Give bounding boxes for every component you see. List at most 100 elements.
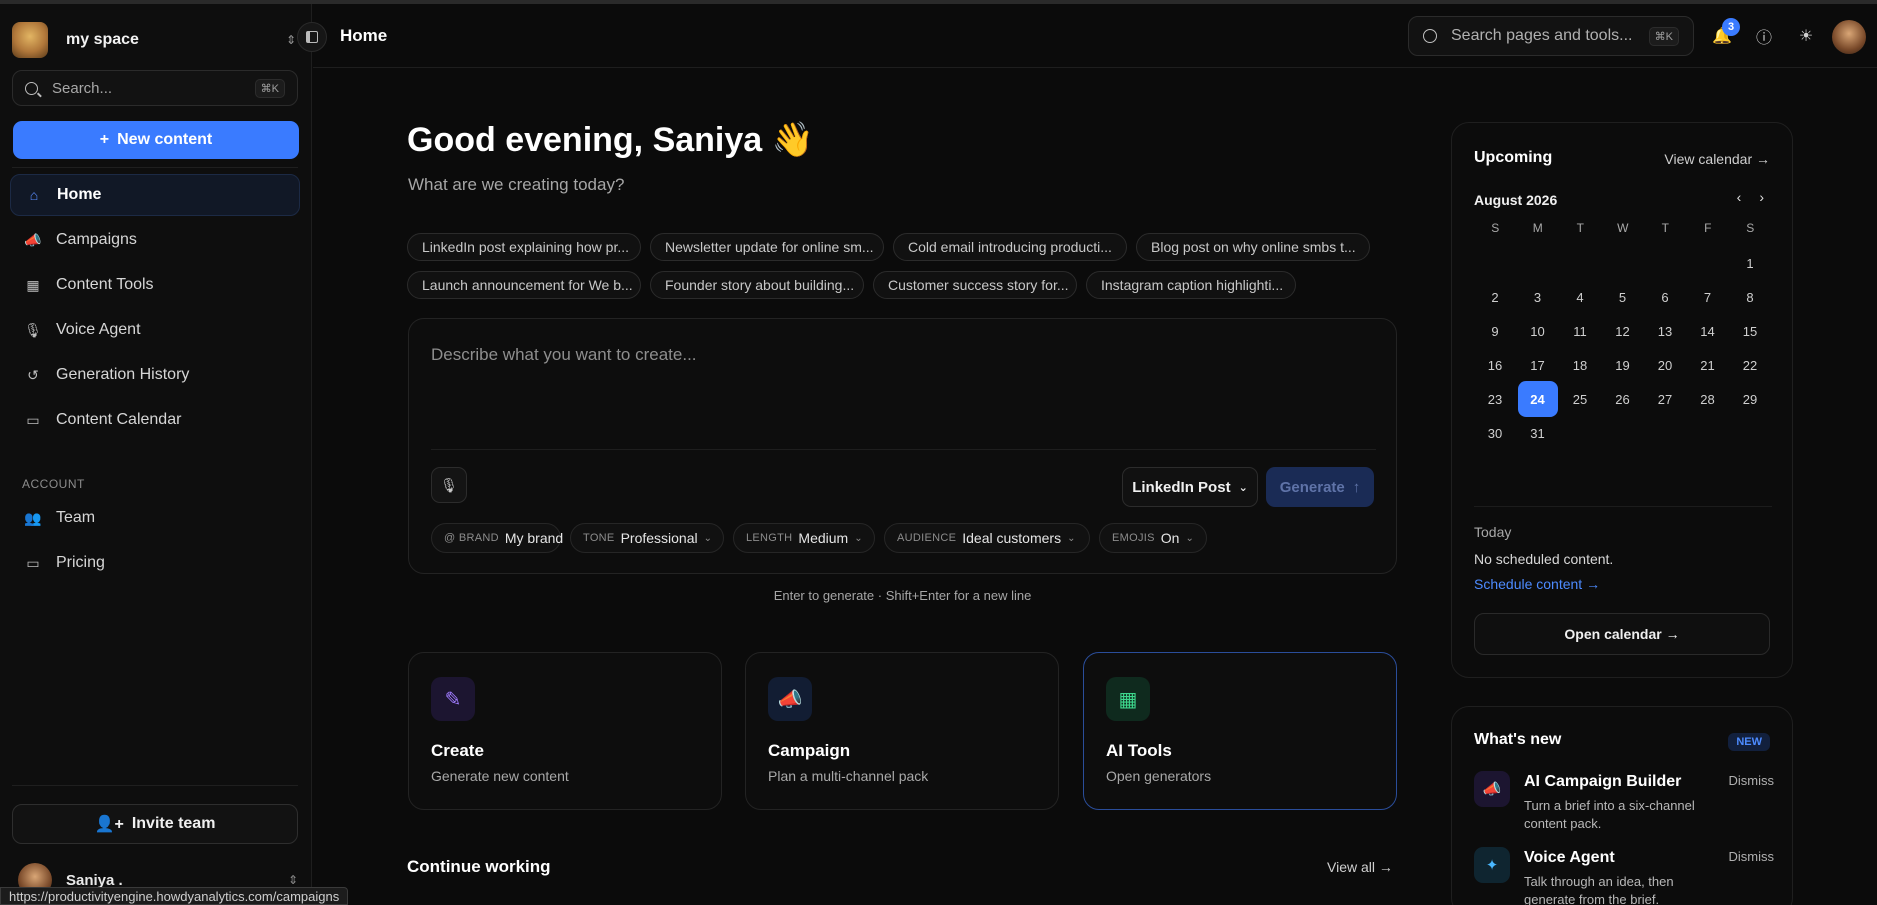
audience-option[interactable]: AUDIENCE Ideal customers ⌄ xyxy=(884,523,1090,553)
chevron-left-icon[interactable]: ‹ xyxy=(1737,189,1742,205)
theme-toggle-icon[interactable]: ☀ xyxy=(1796,26,1816,46)
length-option[interactable]: LENGTH Medium ⌄ xyxy=(733,523,875,553)
suggestion-chip[interactable]: Instagram caption highlighti... xyxy=(1086,271,1296,299)
sidebar-item-content-calendar[interactable]: ▭ Content Calendar xyxy=(10,399,300,441)
dismiss-button[interactable]: Dismiss xyxy=(1729,849,1775,864)
calendar-day[interactable]: 19 xyxy=(1603,347,1643,383)
sidebar-item-content-tools[interactable]: ▦ Content Tools xyxy=(10,264,300,306)
calendar-day[interactable]: 29 xyxy=(1730,381,1770,417)
calendar-day[interactable]: 15 xyxy=(1730,313,1770,349)
weekday-label: W xyxy=(1617,221,1629,235)
calendar-day[interactable]: 23 xyxy=(1475,381,1515,417)
brand-option[interactable]: @ BRAND My brand ⌄ xyxy=(431,523,578,553)
sidebar-toggle-icon xyxy=(306,31,318,43)
calendar-day[interactable]: 20 xyxy=(1645,347,1685,383)
card-icon: ▭ xyxy=(26,554,40,571)
divider xyxy=(1474,506,1772,507)
new-content-button[interactable]: + New content xyxy=(13,121,299,159)
calendar-day[interactable]: 6 xyxy=(1645,279,1685,315)
calendar-day[interactable]: 5 xyxy=(1603,279,1643,315)
schedule-content-link[interactable]: Schedule content → xyxy=(1474,576,1600,592)
calendar-day[interactable]: 14 xyxy=(1688,313,1728,349)
calendar-day[interactable]: 16 xyxy=(1475,347,1515,383)
calendar-day[interactable]: 1 xyxy=(1730,245,1770,281)
prompt-input[interactable]: Describe what you want to create... xyxy=(431,345,697,365)
suggestion-chip[interactable]: Blog post on why online smbs t... xyxy=(1136,233,1370,261)
emojis-option[interactable]: EMOJIS On ⌄ xyxy=(1099,523,1207,553)
global-search-input[interactable]: Search pages and tools... ⌘K xyxy=(1408,16,1694,56)
calendar-day[interactable]: 25 xyxy=(1560,381,1600,417)
tone-option[interactable]: TONE Professional ⌄ xyxy=(570,523,724,553)
view-calendar-link[interactable]: View calendar → xyxy=(1664,151,1770,167)
sidebar-item-label: Home xyxy=(57,186,102,203)
calendar-day[interactable]: 18 xyxy=(1560,347,1600,383)
option-value: My brand xyxy=(504,530,564,546)
calendar-grid: S M T W T F S 1 2 3 4 5 6 7 8 9 10 11 12 13 14 15 16 17 1… xyxy=(1474,221,1772,441)
history-icon: ↺ xyxy=(27,366,39,383)
voice-input-button[interactable]: 🎙 xyxy=(431,467,467,503)
suggestion-chip[interactable]: Founder story about building... xyxy=(650,271,864,299)
calendar-day[interactable]: 17 xyxy=(1518,347,1558,383)
sidebar-item-generation-history[interactable]: ↺ Generation History xyxy=(10,354,300,396)
suggestion-chip[interactable]: Cold email introducing producti... xyxy=(893,233,1127,261)
calendar-day[interactable]: 27 xyxy=(1645,381,1685,417)
greeting: Good evening, Saniya 👋 xyxy=(407,121,814,159)
sidebar-search-input[interactable]: Search... ⌘K xyxy=(12,70,298,106)
suggestion-chip[interactable]: Customer success story for... xyxy=(873,271,1077,299)
ai-tools-card[interactable]: ▦ AI Tools Open generators xyxy=(1083,652,1397,810)
sidebar-item-voice-agent[interactable]: 🎙 Voice Agent xyxy=(10,309,300,351)
whats-new-panel: What's new NEW 📣 AI Campaign Builder Tur… xyxy=(1451,706,1793,905)
sidebar-item-pricing[interactable]: ▭ Pricing xyxy=(10,542,300,584)
upcoming-panel: Upcoming View calendar → August 2026 ‹ ›… xyxy=(1451,122,1793,678)
suggestion-chip[interactable]: Launch announcement for We b... xyxy=(407,271,641,299)
calendar-day[interactable]: 4 xyxy=(1560,279,1600,315)
view-all-link[interactable]: View all → xyxy=(1327,859,1393,875)
calendar-day[interactable]: 10 xyxy=(1518,313,1558,349)
calendar-day[interactable]: 30 xyxy=(1475,415,1515,451)
sidebar-search-placeholder: Search... xyxy=(52,79,113,97)
prompt-composer: Describe what you want to create... 🎙 Li… xyxy=(408,318,1397,574)
chevron-updown-icon: ⇕ xyxy=(287,873,298,887)
chevron-down-icon: ⌄ xyxy=(1067,532,1076,544)
post-type-select[interactable]: LinkedIn Post ⌄ xyxy=(1122,467,1258,507)
invite-team-button[interactable]: 👤+ Invite team xyxy=(12,804,298,844)
post-type-value: LinkedIn Post xyxy=(1132,478,1231,496)
option-key: TONE xyxy=(583,532,615,544)
calendar-day[interactable]: 12 xyxy=(1603,313,1643,349)
calendar-icon: ▭ xyxy=(26,411,40,428)
sidebar-item-campaigns[interactable]: 📣 Campaigns xyxy=(10,219,300,261)
account-heading: ACCOUNT xyxy=(22,477,85,491)
chevron-down-icon: ⌄ xyxy=(703,532,712,544)
calendar-day[interactable]: 2 xyxy=(1475,279,1515,315)
calendar-day[interactable]: 21 xyxy=(1688,347,1728,383)
calendar-day[interactable]: 22 xyxy=(1730,347,1770,383)
help-icon[interactable]: ⓘ xyxy=(1754,26,1774,47)
calendar-day[interactable]: 8 xyxy=(1730,279,1770,315)
item-title: Voice Agent xyxy=(1524,849,1615,866)
calendar-day[interactable]: 26 xyxy=(1603,381,1643,417)
generate-button[interactable]: Generate ↑ xyxy=(1266,467,1374,507)
calendar-day[interactable]: 28 xyxy=(1688,381,1728,417)
calendar-day[interactable]: 13 xyxy=(1645,313,1685,349)
campaign-card[interactable]: 📣 Campaign Plan a multi-channel pack xyxy=(745,652,1059,810)
suggestion-chip[interactable]: LinkedIn post explaining how pr... xyxy=(407,233,641,261)
suggestion-chip[interactable]: Newsletter update for online sm... xyxy=(650,233,884,261)
calendar-day[interactable]: 3 xyxy=(1518,279,1558,315)
create-card[interactable]: ✎ Create Generate new content xyxy=(408,652,722,810)
sidebar-item-team[interactable]: 👥 Team xyxy=(10,497,300,539)
calendar-day[interactable]: 11 xyxy=(1560,313,1600,349)
workspace-switcher[interactable]: my space ⇕ xyxy=(12,20,296,60)
calendar-day[interactable]: 9 xyxy=(1475,313,1515,349)
calendar-day[interactable]: 24 xyxy=(1517,381,1558,417)
calendar-day[interactable]: 31 xyxy=(1518,415,1558,451)
item-desc: Turn a brief into a six-channel content … xyxy=(1524,798,1695,831)
chevron-updown-icon: ⇕ xyxy=(285,33,296,47)
calendar-day[interactable]: 7 xyxy=(1688,279,1728,315)
sidebar-item-home[interactable]: ⌂ Home xyxy=(10,174,300,216)
divider xyxy=(12,167,298,168)
chevron-right-icon[interactable]: › xyxy=(1759,189,1764,205)
dismiss-button[interactable]: Dismiss xyxy=(1729,773,1775,788)
collapse-sidebar-button[interactable] xyxy=(297,22,327,52)
open-calendar-button[interactable]: Open calendar → xyxy=(1474,613,1770,655)
avatar[interactable] xyxy=(1832,20,1866,54)
